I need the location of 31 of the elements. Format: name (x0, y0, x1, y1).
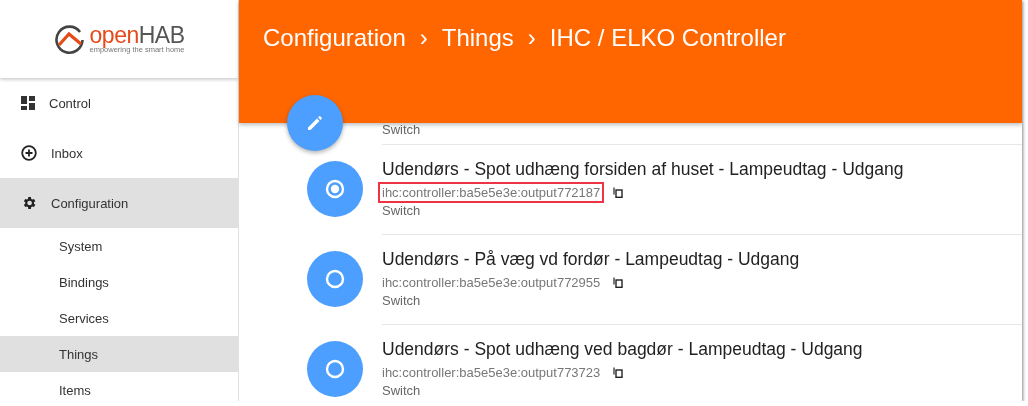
thing-uid: ihc:controller:ba5e5e3e:output772187 (378, 182, 605, 203)
thing-title[interactable]: Udendørs - På væg vd fordør - Lampeudtag - Udgang (382, 249, 800, 269)
thing-type: Switch (382, 203, 422, 218)
thing-title[interactable]: Udendørs - Spot udhæng forsiden af huset - Lampeudtag - Udgang (382, 159, 904, 179)
nav-subitem[interactable]: Items (0, 372, 238, 401)
thing-uid: ihc:controller:ba5e5e3e:output772955 (381, 274, 602, 292)
settings-icon (21, 195, 37, 211)
nav-subitem[interactable]: System (0, 228, 238, 264)
copy-icon[interactable] (613, 367, 624, 378)
thing-type: Switch (382, 383, 422, 398)
copy-icon[interactable] (613, 277, 624, 288)
dashboard-icon (21, 96, 35, 110)
nav-item[interactable]: Inbox (0, 128, 238, 178)
nav-subitem[interactable]: Bindings (0, 264, 238, 300)
pencil-icon (306, 114, 324, 132)
thing-title[interactable]: Udendørs - Spot udhæng ved bagdør - Lampeudtag - Udgang (382, 339, 863, 359)
thing-type: Switch (382, 293, 422, 308)
add-circle-icon (21, 145, 37, 161)
nav-subitem[interactable]: Things (0, 336, 238, 372)
nav-subitem[interactable]: Services (0, 300, 238, 336)
copy-icon[interactable] (613, 187, 624, 198)
nav-item[interactable]: Control (0, 78, 238, 128)
thing-uid: ihc:controller:ba5e5e3e:output773723 (381, 364, 602, 382)
house-logo-icon (53, 23, 86, 55)
logo-wordmark: openHAB (89, 24, 185, 46)
breadcrumb-separator: › (527, 24, 536, 52)
breadcrumb-item: IHC / ELKO Controller (549, 24, 786, 52)
breadcrumb-separator: › (419, 24, 428, 52)
thing-type: Switch (382, 123, 1022, 145)
edit-button[interactable] (287, 95, 343, 151)
nav-item[interactable]: Configuration (0, 178, 238, 228)
